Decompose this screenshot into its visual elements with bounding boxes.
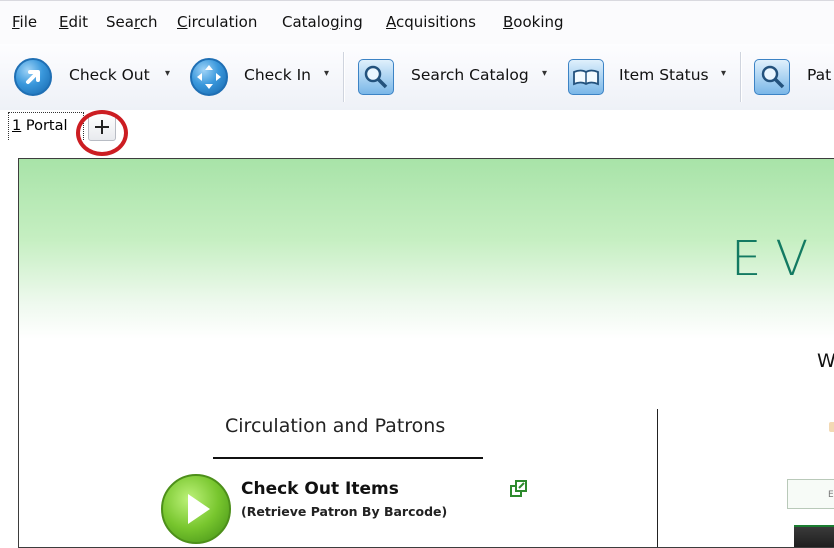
checkin-arrows-icon bbox=[190, 58, 228, 96]
column-divider bbox=[657, 409, 658, 547]
menu-booking[interactable]: Booking bbox=[503, 13, 564, 31]
menu-circulation[interactable]: Circulation bbox=[177, 13, 257, 31]
checkout-dropdown-icon[interactable]: ▾ bbox=[165, 68, 170, 79]
circulation-heading: Circulation and Patrons bbox=[225, 415, 446, 437]
heading-underline bbox=[213, 457, 483, 459]
portal-banner bbox=[19, 159, 834, 339]
welcome-text: W bbox=[817, 350, 834, 372]
checkin-toolbar-button[interactable]: Check In ▾ bbox=[188, 44, 336, 110]
play-icon bbox=[161, 474, 231, 544]
item-status-label: Item Status bbox=[619, 66, 709, 84]
item-status-book-icon bbox=[568, 59, 604, 95]
patron-search-label: Pat bbox=[807, 66, 832, 84]
menu-acquisitions[interactable]: Acquisitions bbox=[386, 13, 476, 31]
menu-acquisitions-label: cquisitions bbox=[396, 13, 476, 31]
menu-edit[interactable]: Edit bbox=[59, 13, 88, 31]
highlight-circle-annotation bbox=[76, 110, 128, 156]
menu-cataloging-accesskey: g bbox=[330, 13, 340, 31]
checkin-dropdown-icon[interactable]: ▾ bbox=[324, 68, 329, 79]
checkin-label: Check In bbox=[244, 66, 312, 84]
toolbar-separator bbox=[740, 52, 741, 102]
menu-search-label: ch bbox=[139, 13, 158, 31]
tab-portal[interactable]: 1 Portal bbox=[8, 112, 84, 140]
portal-page: EV W Circulation and Patrons Check Out I… bbox=[18, 158, 834, 548]
tab-strip: 1 Portal bbox=[0, 110, 834, 156]
patron-search-toolbar-button[interactable]: Pat bbox=[752, 44, 834, 110]
search-catalog-label: Search Catalog bbox=[411, 66, 529, 84]
menu-search-label-pre: Sea bbox=[106, 13, 134, 31]
item-status-dropdown-icon[interactable]: ▾ bbox=[721, 68, 726, 79]
right-column-input[interactable]: E bbox=[787, 479, 834, 509]
decorative-mark bbox=[829, 422, 834, 432]
brand-text: EV bbox=[731, 231, 823, 287]
checkout-label: Check Out bbox=[69, 66, 150, 84]
menu-search[interactable]: Search bbox=[106, 13, 158, 31]
tab-portal-label: Portal bbox=[21, 118, 68, 134]
menu-acquisitions-accesskey: A bbox=[386, 13, 396, 31]
checkout-items-title[interactable]: Check Out Items bbox=[241, 479, 399, 499]
right-column-image bbox=[794, 525, 834, 547]
menu-cataloging[interactable]: Cataloging bbox=[282, 13, 363, 31]
checkout-arrow-icon bbox=[14, 58, 52, 96]
search-catalog-dropdown-icon[interactable]: ▾ bbox=[542, 68, 547, 79]
search-catalog-toolbar-button[interactable]: Search Catalog ▾ bbox=[356, 44, 556, 110]
toolbar: Check Out ▾ Check In ▾ Search Catalog ▾ … bbox=[0, 44, 834, 110]
menu-file-label: ile bbox=[19, 13, 38, 31]
menu-file-accesskey: F bbox=[12, 13, 20, 31]
open-new-tab-icon[interactable] bbox=[509, 479, 529, 499]
menu-circulation-accesskey: C bbox=[177, 13, 188, 31]
menu-edit-label: dit bbox=[68, 13, 89, 31]
tab-portal-number: 1 bbox=[12, 118, 22, 134]
checkout-items-link[interactable]: Check Out Items (Retrieve Patron By Barc… bbox=[159, 474, 579, 547]
checkout-items-subtitle: (Retrieve Patron By Barcode) bbox=[241, 504, 448, 519]
search-catalog-icon bbox=[358, 59, 394, 95]
menu-booking-label: ooking bbox=[513, 13, 564, 31]
item-status-toolbar-button[interactable]: Item Status ▾ bbox=[566, 44, 734, 110]
menu-file[interactable]: File bbox=[12, 13, 37, 31]
toolbar-separator bbox=[343, 52, 344, 102]
menu-booking-accesskey: B bbox=[503, 13, 514, 31]
menubar: File Edit Search Circulation Cataloging … bbox=[0, 0, 834, 44]
menu-cataloging-label-pre: Catalo bbox=[282, 13, 331, 31]
menu-cataloging-label: ing bbox=[339, 13, 363, 31]
menu-circulation-label: irculation bbox=[187, 13, 258, 31]
checkout-toolbar-button[interactable]: Check Out ▾ bbox=[0, 44, 185, 110]
patron-search-icon bbox=[754, 59, 790, 95]
